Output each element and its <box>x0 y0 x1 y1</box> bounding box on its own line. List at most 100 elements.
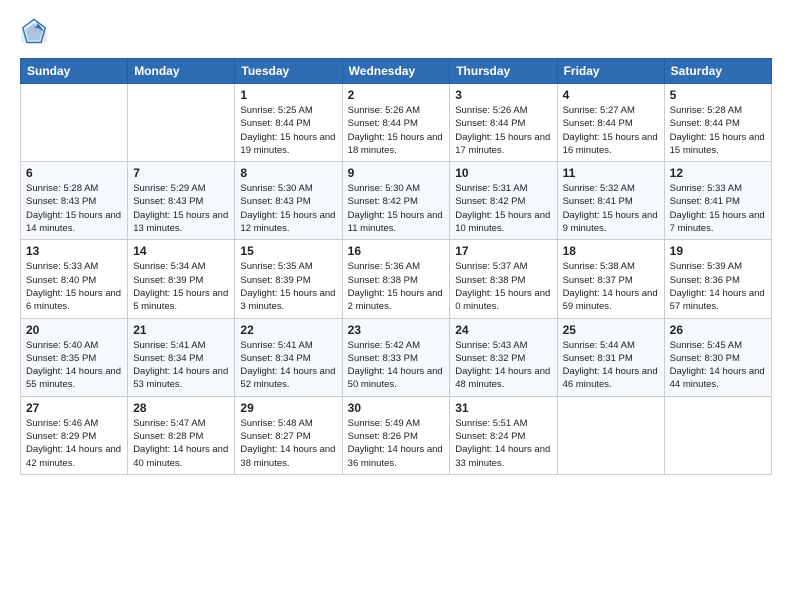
calendar-cell: 12 Sunrise: 5:33 AMSunset: 8:41 PMDayligh… <box>664 162 771 240</box>
calendar-cell <box>557 396 664 474</box>
day-number: 24 <box>455 323 551 337</box>
calendar-cell: 25 Sunrise: 5:44 AMSunset: 8:31 PMDayligh… <box>557 318 664 396</box>
calendar-cell: 27 Sunrise: 5:46 AMSunset: 8:29 PMDayligh… <box>21 396 128 474</box>
day-number: 20 <box>26 323 122 337</box>
calendar-cell: 24 Sunrise: 5:43 AMSunset: 8:32 PMDayligh… <box>450 318 557 396</box>
calendar-cell <box>21 84 128 162</box>
day-number: 21 <box>133 323 229 337</box>
calendar-cell: 28 Sunrise: 5:47 AMSunset: 8:28 PMDayligh… <box>128 396 235 474</box>
weekday-saturday: Saturday <box>664 59 771 84</box>
calendar-week-4: 20 Sunrise: 5:40 AMSunset: 8:35 PMDayligh… <box>21 318 772 396</box>
calendar-week-2: 6 Sunrise: 5:28 AMSunset: 8:43 PMDaylight… <box>21 162 772 240</box>
day-info: Sunrise: 5:32 AMSunset: 8:41 PMDaylight:… <box>563 182 659 235</box>
calendar-week-3: 13Sunrise: 5:33 AMSunset: 8:40 PMDayligh… <box>21 240 772 318</box>
calendar-week-1: 1 Sunrise: 5:25 AMSunset: 8:44 PMDaylight… <box>21 84 772 162</box>
calendar-cell: 15 Sunrise: 5:35 AMSunset: 8:39 PMDayligh… <box>235 240 342 318</box>
day-info: Sunrise: 5:45 AMSunset: 8:30 PMDaylight:… <box>670 339 766 392</box>
day-number: 28 <box>133 401 229 415</box>
day-number: 7 <box>133 166 229 180</box>
day-info: Sunrise: 5:43 AMSunset: 8:32 PMDaylight:… <box>455 339 551 392</box>
day-info: Sunrise: 5:37 AMSunset: 8:38 PMDaylight:… <box>455 260 551 313</box>
day-number: 25 <box>563 323 659 337</box>
day-info: Sunrise: 5:40 AMSunset: 8:35 PMDaylight:… <box>26 339 122 392</box>
day-number: 18 <box>563 244 659 258</box>
calendar-cell: 9Sunrise: 5:30 AMSunset: 8:42 PMDaylight… <box>342 162 450 240</box>
day-number: 14 <box>133 244 229 258</box>
day-number: 12 <box>670 166 766 180</box>
day-number: 5 <box>670 88 766 102</box>
day-info: Sunrise: 5:36 AMSunset: 8:38 PMDaylight:… <box>348 260 445 313</box>
day-number: 3 <box>455 88 551 102</box>
calendar-cell: 17 Sunrise: 5:37 AMSunset: 8:38 PMDayligh… <box>450 240 557 318</box>
weekday-sunday: Sunday <box>21 59 128 84</box>
day-info: Sunrise: 5:49 AMSunset: 8:26 PMDaylight:… <box>348 417 445 470</box>
day-info: Sunrise: 5:33 AMSunset: 8:41 PMDaylight:… <box>670 182 766 235</box>
calendar-cell: 19 Sunrise: 5:39 AMSunset: 8:36 PMDayligh… <box>664 240 771 318</box>
day-number: 11 <box>563 166 659 180</box>
calendar-cell: 4 Sunrise: 5:27 AMSunset: 8:44 PMDaylight… <box>557 84 664 162</box>
calendar-table: SundayMondayTuesdayWednesdayThursdayFrid… <box>20 58 772 475</box>
calendar-cell: 7 Sunrise: 5:29 AMSunset: 8:43 PMDaylight… <box>128 162 235 240</box>
day-info: Sunrise: 5:51 AMSunset: 8:24 PMDaylight:… <box>455 417 551 470</box>
page: SundayMondayTuesdayWednesdayThursdayFrid… <box>0 0 792 485</box>
day-info: Sunrise: 5:26 AMSunset: 8:44 PMDaylight:… <box>348 104 445 157</box>
day-info: Sunrise: 5:44 AMSunset: 8:31 PMDaylight:… <box>563 339 659 392</box>
day-info: Sunrise: 5:34 AMSunset: 8:39 PMDaylight:… <box>133 260 229 313</box>
weekday-thursday: Thursday <box>450 59 557 84</box>
calendar-cell: 30 Sunrise: 5:49 AMSunset: 8:26 PMDayligh… <box>342 396 450 474</box>
day-info: Sunrise: 5:42 AMSunset: 8:33 PMDaylight:… <box>348 339 445 392</box>
day-number: 29 <box>240 401 336 415</box>
day-info: Sunrise: 5:28 AMSunset: 8:43 PMDaylight:… <box>26 182 122 235</box>
day-number: 23 <box>348 323 445 337</box>
logo-icon <box>20 18 48 46</box>
day-number: 30 <box>348 401 445 415</box>
day-number: 1 <box>240 88 336 102</box>
day-info: Sunrise: 5:41 AMSunset: 8:34 PMDaylight:… <box>240 339 336 392</box>
day-info: Sunrise: 5:47 AMSunset: 8:28 PMDaylight:… <box>133 417 229 470</box>
day-info: Sunrise: 5:30 AMSunset: 8:43 PMDaylight:… <box>240 182 336 235</box>
weekday-friday: Friday <box>557 59 664 84</box>
calendar-cell: 23 Sunrise: 5:42 AMSunset: 8:33 PMDayligh… <box>342 318 450 396</box>
calendar-cell: 21 Sunrise: 5:41 AMSunset: 8:34 PMDayligh… <box>128 318 235 396</box>
day-info: Sunrise: 5:35 AMSunset: 8:39 PMDaylight:… <box>240 260 336 313</box>
weekday-tuesday: Tuesday <box>235 59 342 84</box>
day-info: Sunrise: 5:26 AMSunset: 8:44 PMDaylight:… <box>455 104 551 157</box>
day-number: 6 <box>26 166 122 180</box>
day-info: Sunrise: 5:25 AMSunset: 8:44 PMDaylight:… <box>240 104 336 157</box>
day-info: Sunrise: 5:33 AMSunset: 8:40 PMDaylight:… <box>26 260 122 313</box>
day-info: Sunrise: 5:46 AMSunset: 8:29 PMDaylight:… <box>26 417 122 470</box>
day-info: Sunrise: 5:31 AMSunset: 8:42 PMDaylight:… <box>455 182 551 235</box>
day-number: 15 <box>240 244 336 258</box>
calendar-cell: 11 Sunrise: 5:32 AMSunset: 8:41 PMDayligh… <box>557 162 664 240</box>
day-number: 16 <box>348 244 445 258</box>
day-number: 19 <box>670 244 766 258</box>
calendar-cell: 10Sunrise: 5:31 AMSunset: 8:42 PMDayligh… <box>450 162 557 240</box>
calendar-cell: 31Sunrise: 5:51 AMSunset: 8:24 PMDayligh… <box>450 396 557 474</box>
day-info: Sunrise: 5:30 AMSunset: 8:42 PMDaylight:… <box>348 182 445 235</box>
day-info: Sunrise: 5:41 AMSunset: 8:34 PMDaylight:… <box>133 339 229 392</box>
calendar-cell: 1 Sunrise: 5:25 AMSunset: 8:44 PMDaylight… <box>235 84 342 162</box>
weekday-header-row: SundayMondayTuesdayWednesdayThursdayFrid… <box>21 59 772 84</box>
day-info: Sunrise: 5:38 AMSunset: 8:37 PMDaylight:… <box>563 260 659 313</box>
calendar-cell: 16 Sunrise: 5:36 AMSunset: 8:38 PMDayligh… <box>342 240 450 318</box>
weekday-wednesday: Wednesday <box>342 59 450 84</box>
day-number: 2 <box>348 88 445 102</box>
day-info: Sunrise: 5:27 AMSunset: 8:44 PMDaylight:… <box>563 104 659 157</box>
day-number: 22 <box>240 323 336 337</box>
day-number: 27 <box>26 401 122 415</box>
calendar-cell: 8Sunrise: 5:30 AMSunset: 8:43 PMDaylight… <box>235 162 342 240</box>
calendar-cell: 18 Sunrise: 5:38 AMSunset: 8:37 PMDayligh… <box>557 240 664 318</box>
logo <box>20 18 52 46</box>
day-number: 26 <box>670 323 766 337</box>
day-number: 17 <box>455 244 551 258</box>
calendar-cell: 6 Sunrise: 5:28 AMSunset: 8:43 PMDaylight… <box>21 162 128 240</box>
calendar-cell: 3 Sunrise: 5:26 AMSunset: 8:44 PMDaylight… <box>450 84 557 162</box>
calendar-cell: 22 Sunrise: 5:41 AMSunset: 8:34 PMDayligh… <box>235 318 342 396</box>
calendar-cell <box>664 396 771 474</box>
day-number: 4 <box>563 88 659 102</box>
calendar-cell: 13Sunrise: 5:33 AMSunset: 8:40 PMDayligh… <box>21 240 128 318</box>
calendar-cell: 14 Sunrise: 5:34 AMSunset: 8:39 PMDayligh… <box>128 240 235 318</box>
day-info: Sunrise: 5:39 AMSunset: 8:36 PMDaylight:… <box>670 260 766 313</box>
day-info: Sunrise: 5:29 AMSunset: 8:43 PMDaylight:… <box>133 182 229 235</box>
calendar-cell <box>128 84 235 162</box>
